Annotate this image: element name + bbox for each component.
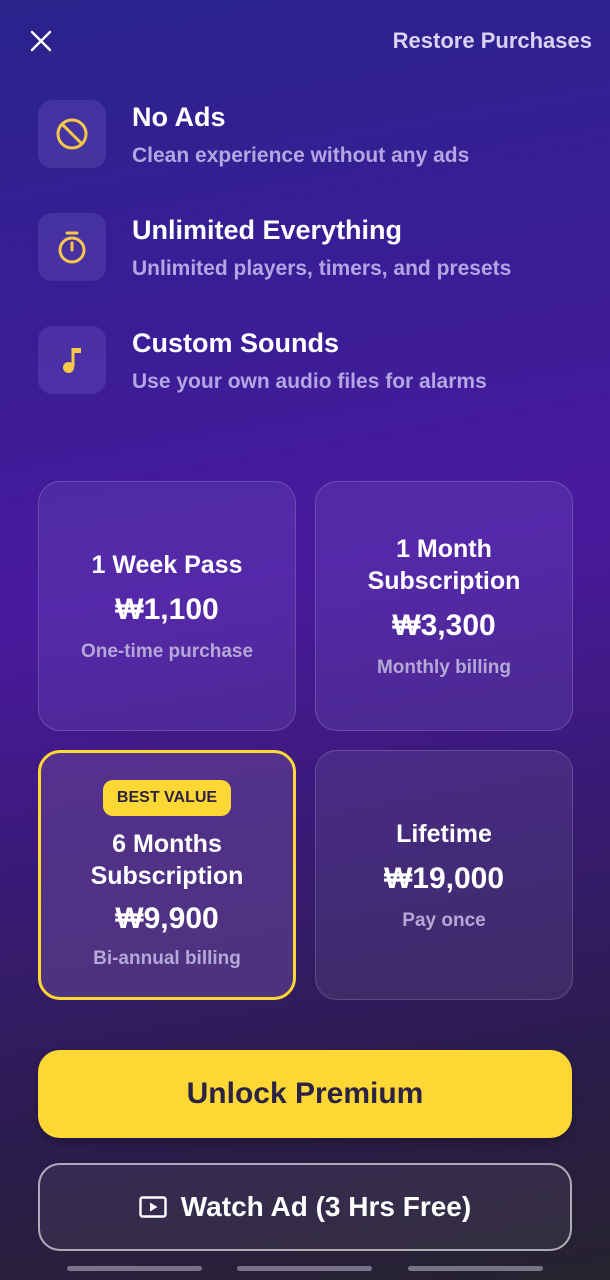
plan-card-6-months[interactable]: BEST VALUE 6 Months Subscription ₩9,900 … bbox=[38, 750, 296, 1000]
plan-title: Lifetime bbox=[396, 820, 492, 848]
feature-custom-sounds: Custom Sounds Use your own audio files f… bbox=[38, 326, 578, 396]
timer-icon bbox=[58, 231, 86, 264]
feature-title: Custom Sounds bbox=[132, 328, 339, 358]
plan-price: ₩19,000 bbox=[383, 862, 505, 895]
plan-card-1-month[interactable]: 1 Month Subscription ₩3,300 Monthly bill… bbox=[315, 481, 573, 731]
plan-note: One-time purchase bbox=[80, 641, 254, 662]
plan-title: 1 Month Subscription bbox=[367, 535, 521, 595]
plan-card-1-week[interactable]: 1 Week Pass ₩1,100 One-time purchase bbox=[38, 481, 296, 731]
feature-description: Unlimited players, timers, and presets bbox=[132, 257, 512, 280]
plan-note: Monthly billing bbox=[376, 657, 512, 678]
plan-title: 6 Months Subscription bbox=[90, 830, 244, 890]
feature-no-ads: No Ads Clean experience without any ads bbox=[38, 100, 578, 170]
plan-card-lifetime[interactable]: Lifetime ₩19,000 Pay once bbox=[315, 750, 573, 1000]
feature-unlimited: Unlimited Everything Unlimited players, … bbox=[38, 213, 578, 283]
unlock-premium-button[interactable]: Unlock Premium bbox=[38, 1050, 572, 1138]
feature-title: Unlimited Everything bbox=[132, 215, 403, 245]
watch-ad-button[interactable]: Watch Ad (3 Hrs Free) bbox=[38, 1163, 572, 1251]
plan-price: ₩3,300 bbox=[392, 609, 496, 642]
best-value-badge: BEST VALUE bbox=[102, 780, 232, 816]
top-bar: Restore Purchases bbox=[0, 0, 610, 84]
plan-note: Pay once bbox=[402, 910, 486, 931]
plan-price: ₩1,100 bbox=[115, 593, 219, 626]
nav-gesture-bar bbox=[67, 1266, 202, 1271]
plan-price: ₩9,900 bbox=[115, 902, 219, 935]
feature-description: Use your own audio files for alarms bbox=[132, 370, 487, 393]
restore-purchases-link[interactable]: Restore Purchases bbox=[393, 28, 592, 54]
nav-gesture-bar bbox=[408, 1266, 543, 1271]
play-video-icon bbox=[139, 1196, 167, 1218]
watch-ad-label: Watch Ad (3 Hrs Free) bbox=[180, 1191, 472, 1222]
plan-title: 1 Week Pass bbox=[91, 551, 243, 579]
close-button[interactable] bbox=[24, 24, 58, 58]
feature-icon-box bbox=[38, 213, 106, 281]
no-ads-icon bbox=[56, 118, 88, 150]
feature-icon-box bbox=[38, 326, 106, 394]
feature-title: No Ads bbox=[132, 102, 226, 132]
plan-note: Bi-annual billing bbox=[93, 948, 241, 969]
close-icon bbox=[30, 30, 52, 52]
nav-gesture-bar bbox=[237, 1266, 372, 1271]
feature-icon-box bbox=[38, 100, 106, 168]
feature-description: Clean experience without any ads bbox=[132, 144, 470, 167]
music-note-icon bbox=[63, 348, 81, 373]
